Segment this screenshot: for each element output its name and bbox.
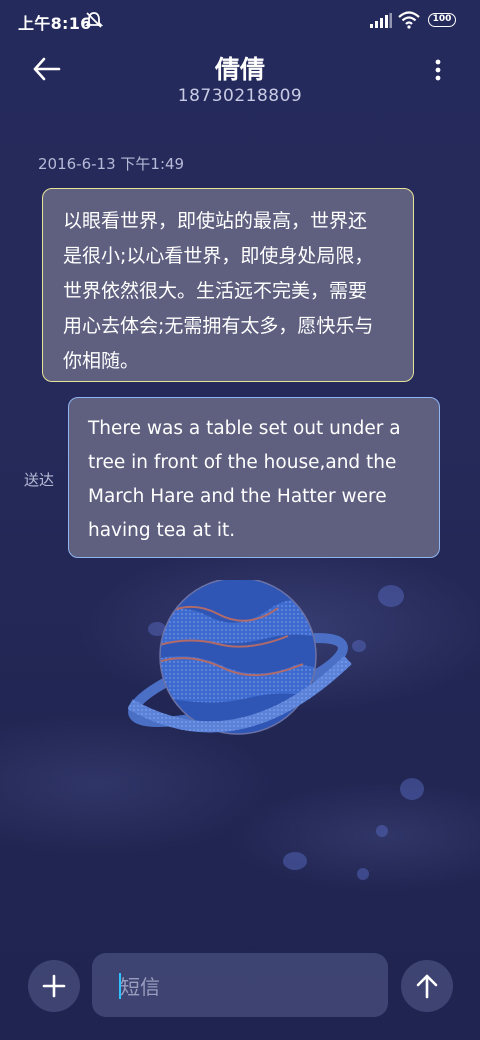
send-button[interactable] (401, 960, 453, 1012)
message-line: 世界依然很大。生活远不完美，需要 (63, 280, 368, 302)
battery-icon: 100 (428, 13, 456, 27)
planet-illustration (128, 580, 352, 735)
more-options-button[interactable] (428, 56, 448, 86)
signal-icon (370, 13, 392, 28)
background-blob (378, 585, 404, 607)
message-line: 用心去体会;无需拥有太多，愿快乐与 (63, 315, 374, 337)
status-time: 上午8:16 (18, 14, 92, 33)
arrow-up-icon (416, 974, 438, 999)
incoming-message-bubble[interactable]: 以眼看世界，即使站的最高，世界还 是很小;以心看世界，即使身处局限， 世界依然很… (42, 188, 414, 382)
message-timestamp: 2016-6-13 下午1:49 (38, 155, 185, 173)
status-bar: 上午8:16 100 (0, 0, 480, 40)
plus-icon (42, 974, 66, 998)
background-blob (376, 825, 388, 837)
background-blob (400, 778, 424, 800)
wifi-icon (398, 11, 420, 29)
text-cursor (119, 973, 121, 999)
message-line: tree in front of the house,and the (88, 452, 397, 473)
outgoing-message-bubble[interactable]: There was a table set out under a tree i… (68, 397, 440, 558)
battery-level: 100 (432, 14, 452, 24)
message-line: having tea at it. (88, 520, 236, 541)
more-vertical-icon (435, 59, 441, 81)
add-attachment-button[interactable] (28, 960, 80, 1012)
delivery-status: 送达 (24, 471, 55, 489)
mute-icon (84, 12, 104, 28)
contact-phone-number: 18730218809 (177, 86, 303, 106)
message-input[interactable]: 短信 (92, 953, 388, 1017)
message-line: 是很小;以心看世界，即使身处局限， (63, 245, 374, 267)
page-title: 倩倩 (214, 55, 265, 84)
message-line: 以眼看世界，即使站的最高，世界还 (63, 210, 368, 232)
background-blob (357, 868, 369, 880)
message-line: 你相随。 (63, 350, 140, 372)
message-line: There was a table set out under a (88, 418, 401, 439)
background-blob (283, 852, 307, 870)
message-input-placeholder: 短信 (120, 974, 160, 999)
message-line: March Hare and the Hatter were (88, 486, 387, 507)
